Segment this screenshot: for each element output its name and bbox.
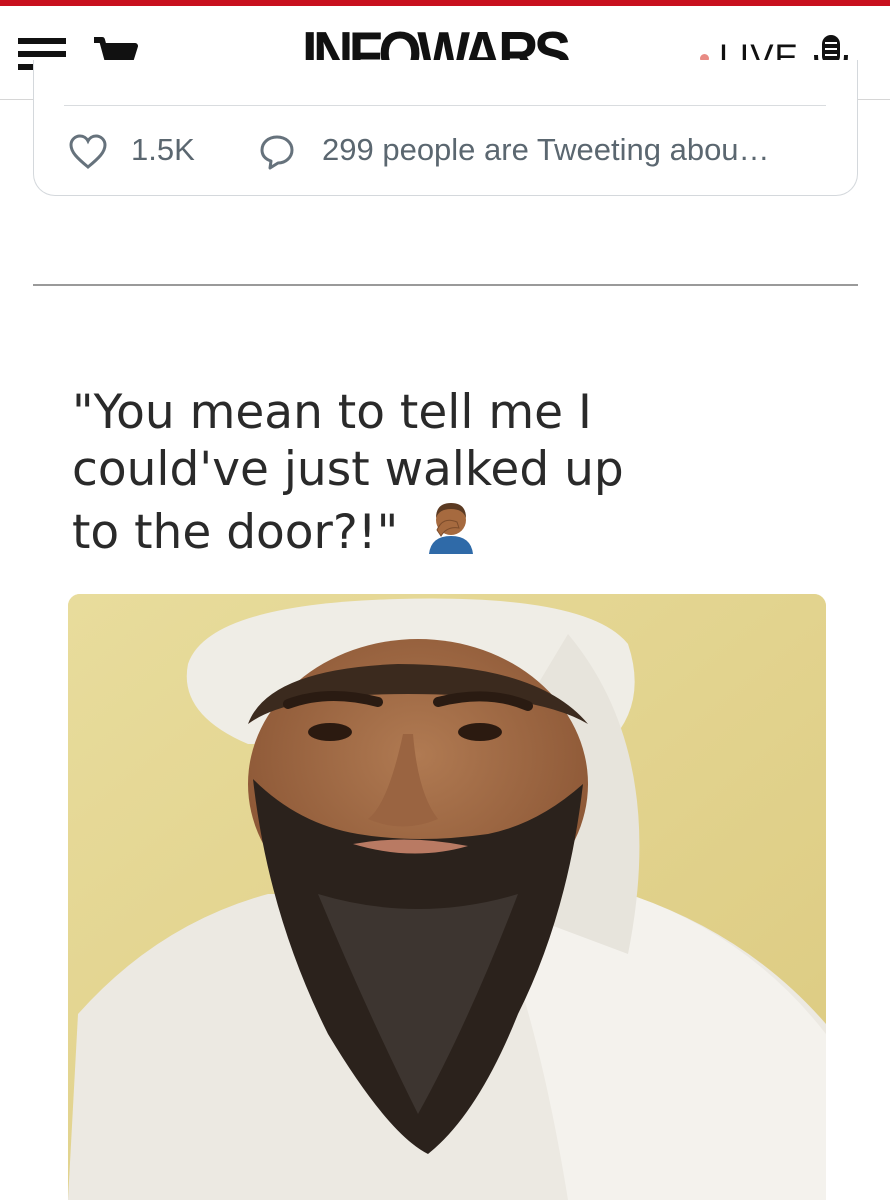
meme-caption-line-3-wrap: to the door?!" (72, 498, 772, 561)
heart-icon[interactable] (69, 134, 107, 170)
meme-caption-line-3: to the door?!" (72, 505, 399, 560)
portrait-photo (68, 594, 826, 1200)
embedded-tweet-card: 1.5K 299 people are Tweeting abou… (33, 60, 858, 196)
portrait-illustration (68, 594, 826, 1200)
meme-caption: "You mean to tell me I could've just wal… (72, 384, 772, 561)
tweet-divider (64, 105, 826, 106)
meme-caption-line-2: could've just walked up (72, 442, 624, 497)
tweeting-link[interactable]: 299 people are Tweeting abou… (322, 132, 770, 168)
like-count: 1.5K (131, 132, 195, 167)
meme-caption-line-1: "You mean to tell me I (72, 385, 592, 440)
man-facepalming-emoji (429, 503, 474, 554)
section-divider (33, 284, 858, 286)
speech-bubble-icon[interactable] (259, 134, 295, 170)
